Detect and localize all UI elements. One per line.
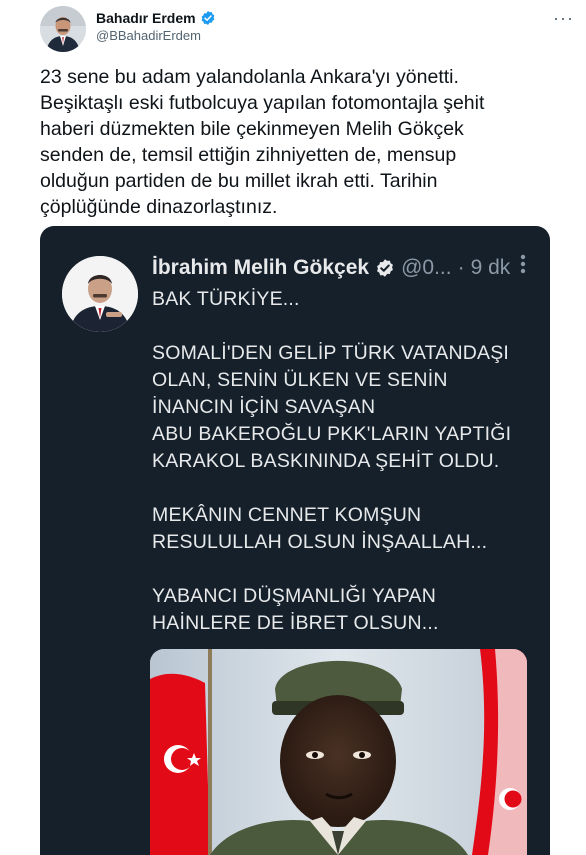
quoted-author-handle: @0... bbox=[401, 256, 452, 279]
quoted-separator: · bbox=[457, 256, 465, 279]
quoted-more-vertical-icon bbox=[520, 254, 526, 274]
quoted-author-name: İbrahim Melih Gökçek bbox=[152, 256, 370, 279]
tweet-header: Bahadır Erdem @BBahadirErdem ··· bbox=[40, 6, 580, 52]
quoted-author-avatar bbox=[62, 256, 138, 332]
author-display-name[interactable]: Bahadır Erdem bbox=[96, 10, 196, 26]
tweet-media-screenshot[interactable]: İbrahim Melih Gökçek @0... · 9 dk BAK TÜ… bbox=[40, 226, 550, 855]
quoted-verified-badge-icon bbox=[375, 258, 395, 278]
quoted-timestamp: 9 dk bbox=[470, 256, 511, 279]
soldier-photo bbox=[150, 649, 527, 855]
more-horizontal-icon[interactable]: ··· bbox=[553, 8, 574, 29]
verified-badge-icon bbox=[200, 10, 216, 26]
author-avatar[interactable] bbox=[40, 6, 86, 52]
quoted-tweet-text: BAK TÜRKİYE... SOMALİ'DEN GELİP TÜRK VAT… bbox=[152, 288, 512, 634]
author-handle[interactable]: @BBahadirErdem bbox=[96, 28, 201, 43]
tweet-text: 23 sene bu adam yalandolanla Ankara'yı y… bbox=[40, 66, 485, 218]
